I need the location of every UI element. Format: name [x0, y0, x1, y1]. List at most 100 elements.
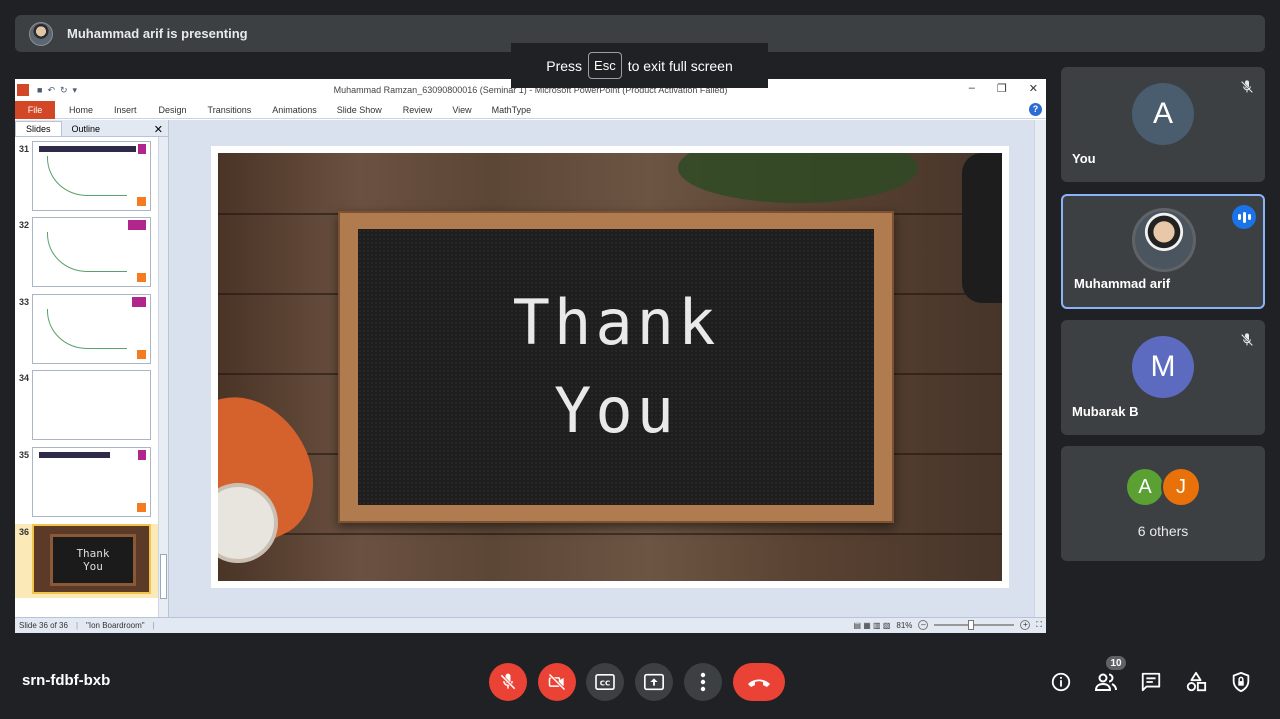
- slide-text-line: Thank: [512, 286, 720, 359]
- speaking-indicator-icon: [1232, 205, 1256, 229]
- zoom-slider[interactable]: [934, 620, 1015, 630]
- slide-number: 33: [19, 297, 30, 307]
- zoom-out-icon[interactable]: –: [918, 620, 929, 630]
- plant-leaves: [678, 153, 918, 203]
- fullscreen-tooltip: Press Esc to exit full screen: [511, 43, 768, 88]
- meeting-details-button[interactable]: [1048, 669, 1074, 695]
- more-options-button[interactable]: [684, 663, 722, 701]
- captions-button[interactable]: CC: [586, 663, 624, 701]
- esc-key: Esc: [588, 52, 622, 79]
- thumbnail-image: [32, 447, 151, 517]
- participant-tile-mubarak[interactable]: M Mubarak B: [1061, 320, 1265, 435]
- present-screen-icon: [644, 673, 664, 691]
- chat-button[interactable]: [1138, 669, 1164, 695]
- zoom-in-icon[interactable]: +: [1020, 620, 1031, 630]
- meet-window: Muhammad arif is presenting ■ ↶ ↻ ▾ Muha…: [0, 0, 1280, 719]
- current-slide[interactable]: Thank You: [211, 146, 1009, 588]
- slide-thumbnail-33[interactable]: 33: [15, 294, 160, 366]
- fit-window-icon[interactable]: ⛶: [1036, 620, 1042, 630]
- tab-mathtype[interactable]: MathType: [492, 105, 532, 115]
- slide-number: 35: [19, 450, 30, 460]
- close-pane-icon[interactable]: ✕: [154, 123, 163, 136]
- tab-design[interactable]: Design: [159, 105, 187, 115]
- participant-name: You: [1072, 151, 1096, 166]
- others-avatar: J: [1161, 467, 1201, 507]
- slide-thumbnail-34[interactable]: 34: [15, 370, 160, 442]
- host-controls-button[interactable]: [1228, 669, 1254, 695]
- info-icon: [1051, 672, 1071, 692]
- present-button[interactable]: [635, 663, 673, 701]
- thumbnail-text-line: You: [83, 560, 103, 573]
- tab-animations[interactable]: Animations: [272, 105, 317, 115]
- tab-slide-show[interactable]: Slide Show: [337, 105, 382, 115]
- meeting-code: srn-fdbf-bxb: [22, 672, 111, 689]
- tab-slides[interactable]: Slides: [15, 121, 62, 136]
- thumbnail-image: [32, 294, 151, 364]
- chalkboard: Thank You: [358, 229, 874, 505]
- people-button[interactable]: [1093, 669, 1119, 695]
- tab-insert[interactable]: Insert: [114, 105, 137, 115]
- thumbnail-image: [32, 141, 151, 211]
- participant-tile-presenter[interactable]: Muhammad arif: [1061, 194, 1265, 309]
- slide-editor[interactable]: Thank You: [170, 120, 1034, 617]
- participant-count-badge: 10: [1105, 655, 1127, 671]
- tab-transitions[interactable]: Transitions: [208, 105, 252, 115]
- presenter-avatar: [29, 21, 53, 46]
- slide-thumbnail-36[interactable]: 36 Thank You: [15, 524, 160, 598]
- others-label: 6 others: [1137, 523, 1189, 539]
- slides-pane: Slides Outline ✕ 31 32 33 34 35 36 Thank…: [15, 120, 169, 617]
- theme-name: "Ion Boardroom": [86, 621, 145, 630]
- view-buttons-icon[interactable]: ▤ ▦ ▥ ▧: [853, 621, 890, 630]
- participant-photo: [1132, 208, 1196, 272]
- shared-screen[interactable]: ■ ↶ ↻ ▾ Muhammad Ramzan_63090800016 (Sem…: [15, 79, 1046, 633]
- thumbnails-scrollbar[interactable]: [158, 137, 168, 617]
- thumbnail-image: [32, 370, 151, 440]
- slide-image: Thank You: [218, 153, 1002, 581]
- tab-outline[interactable]: Outline: [62, 122, 111, 136]
- tab-file[interactable]: File: [15, 100, 55, 119]
- activities-button[interactable]: [1183, 669, 1209, 695]
- pane-tabs: Slides Outline ✕: [15, 120, 168, 137]
- mic-toggle-button[interactable]: [489, 663, 527, 701]
- slide-text-line: You: [554, 374, 678, 447]
- slide-thumbnail-31[interactable]: 31: [15, 141, 160, 213]
- participant-avatar: M: [1132, 336, 1194, 398]
- slide-number: 34: [19, 373, 30, 383]
- restore-icon[interactable]: ❐: [997, 82, 1007, 95]
- participant-tile-you[interactable]: A You: [1061, 67, 1265, 182]
- people-icon: [1094, 673, 1117, 691]
- chat-icon: [1141, 672, 1161, 692]
- mic-off-icon: [500, 673, 516, 690]
- window-controls: – ❐ ✕: [969, 82, 1038, 95]
- leave-call-button[interactable]: [733, 663, 785, 701]
- mic-off-icon: [1240, 333, 1254, 347]
- help-icon[interactable]: ?: [1029, 103, 1042, 116]
- slide-thumbnail-32[interactable]: 32: [15, 217, 160, 289]
- tab-view[interactable]: View: [452, 105, 471, 115]
- activities-icon: [1186, 671, 1207, 692]
- thumbnail-image: Thank You: [32, 524, 151, 594]
- tab-review[interactable]: Review: [403, 105, 433, 115]
- slide-thumbnail-35[interactable]: 35: [15, 447, 160, 519]
- minimize-icon[interactable]: –: [969, 82, 975, 95]
- captions-icon: CC: [595, 673, 615, 691]
- slide-number: 36: [19, 527, 30, 537]
- close-icon[interactable]: ✕: [1029, 82, 1038, 95]
- camera-toggle-button[interactable]: [538, 663, 576, 701]
- others-avatar: A: [1125, 467, 1165, 507]
- chalkboard-frame: Thank You: [338, 211, 894, 523]
- presenting-text: Muhammad arif is presenting: [67, 26, 248, 41]
- zoom-control: ▤ ▦ ▥ ▧ 81% – + ⛶: [853, 620, 1042, 630]
- thumbnail-image: [32, 217, 151, 287]
- slide-number: 32: [19, 220, 30, 230]
- tooltip-suffix: to exit full screen: [627, 57, 733, 74]
- participant-name: Mubarak B: [1072, 404, 1139, 419]
- others-tile[interactable]: A J 6 others: [1061, 446, 1265, 561]
- hang-up-icon: [748, 679, 770, 687]
- tab-home[interactable]: Home: [69, 105, 93, 115]
- participant-name: Muhammad arif: [1074, 276, 1171, 291]
- telephone-decoration: [962, 153, 1002, 303]
- participant-avatar: A: [1132, 83, 1194, 145]
- slide-scrollbar[interactable]: [1034, 120, 1046, 617]
- slide-counter: Slide 36 of 36: [19, 621, 68, 630]
